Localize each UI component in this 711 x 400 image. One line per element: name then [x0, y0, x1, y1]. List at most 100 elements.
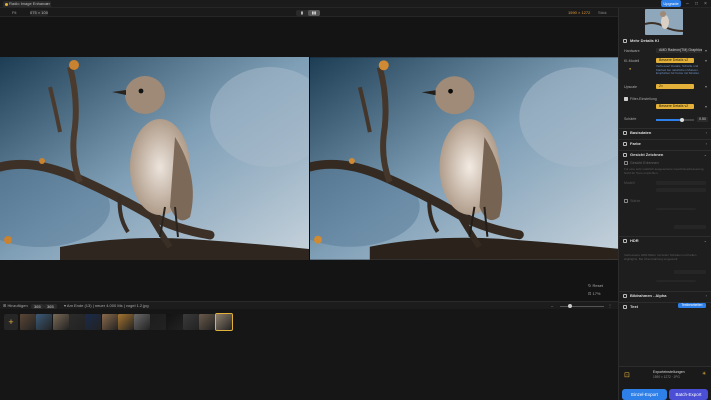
- single-export-button[interactable]: Einzel-Export: [622, 389, 667, 400]
- filmstrip-zoom-slider[interactable]: [560, 304, 604, 308]
- thumbnail-item[interactable]: [150, 314, 167, 330]
- thumbnail-item[interactable]: [101, 314, 118, 330]
- section-header-frame[interactable]: Bildrahmen - Alpha ›: [619, 291, 711, 299]
- hdr-select[interactable]: [674, 270, 706, 274]
- thumbnail-item[interactable]: [183, 314, 199, 330]
- sharpen-value[interactable]: 0.50: [697, 117, 708, 122]
- face-icon: [623, 153, 627, 157]
- frame-chevron-icon: ›: [705, 293, 707, 298]
- export-sparkle-icon[interactable]: ✳: [702, 371, 706, 377]
- hdr-chevron-icon: ⌄: [703, 238, 707, 243]
- section-header-basics[interactable]: Basisdaten ›: [619, 128, 711, 136]
- thumbnail-item[interactable]: [85, 314, 102, 330]
- add-image-button[interactable]: +: [4, 314, 18, 330]
- filmstrip: +: [0, 309, 618, 400]
- face-detect-checkbox[interactable]: [624, 161, 628, 165]
- face-apply-button[interactable]: [674, 225, 706, 229]
- view-toolbar: Fit 075 × 100 ▮ ▮▮ 1590 × 1272 Stick: [0, 8, 618, 17]
- fit-button[interactable]: Fit: [12, 9, 16, 16]
- zoom-field[interactable]: 075 × 100: [30, 9, 48, 16]
- text-edit-button[interactable]: Textbearbeiten: [678, 303, 706, 308]
- close-window-icon[interactable]: ×: [704, 1, 707, 7]
- denoise-checkbox[interactable]: [624, 97, 628, 101]
- batch-export-button[interactable]: Batch-Export: [669, 389, 708, 400]
- viewer-zoom-control[interactable]: ⊡ 17%: [588, 291, 600, 296]
- section-header-model[interactable]: Mehr Details KI: [619, 37, 711, 45]
- stick-toggle[interactable]: Stick: [598, 9, 607, 16]
- face-strength-checkbox[interactable]: [624, 199, 628, 203]
- denoise-select[interactable]: Bessere Details v2: [656, 104, 694, 109]
- face-strength-label: Stärke: [630, 199, 641, 203]
- original-image: [0, 57, 309, 260]
- text-title: Text: [630, 304, 638, 309]
- model-info-icon: ●: [629, 67, 632, 71]
- thumbnail-item[interactable]: [199, 314, 216, 330]
- sort-label: neuer 4.000 Ms: [94, 303, 123, 308]
- upgrade-button[interactable]: Upgrade: [661, 0, 681, 7]
- navigator-preview[interactable]: [645, 9, 683, 35]
- viewer-zoom-value: 17%: [592, 291, 601, 296]
- compare-view-toggle[interactable]: ▮ ▮▮: [296, 9, 320, 16]
- split-view-option[interactable]: ▮▮: [308, 9, 320, 16]
- sharpen-slider-knob[interactable]: [680, 117, 684, 122]
- filter-label: Am Ende (13): [66, 303, 92, 308]
- section-header-hdr[interactable]: HDR ⌄: [619, 236, 711, 244]
- face-detect-label: Gesicht Erkennen: [630, 161, 659, 165]
- face-model-select[interactable]: [656, 181, 706, 185]
- thumbnail-item[interactable]: [166, 314, 183, 330]
- frame-title: Bildrahmen - Alpha: [630, 293, 667, 298]
- color-icon: [623, 142, 627, 146]
- document-tab-title: Radio Image Enhancer: [9, 1, 50, 6]
- filmstrip-zoom-knob[interactable]: [568, 304, 572, 308]
- section-header-face[interactable]: Gesicht Zeichnen ⌄: [619, 150, 711, 158]
- face-title: Gesicht Zeichnen: [630, 152, 664, 157]
- hdr-icon: [623, 239, 627, 243]
- filmstrip-toolbar: ⊞ Hinzufügen 365 365 ▾ Am Ende (13) | ne…: [0, 301, 618, 309]
- thumbnail-item[interactable]: [68, 314, 85, 330]
- hdr-note: Verbesserte HDR-Bilder mit tiefen Schatt…: [624, 253, 697, 261]
- filter-done-button[interactable]: 365: [44, 303, 57, 309]
- maximize-icon[interactable]: □: [695, 1, 698, 7]
- denoise-chevron-icon: ▾: [705, 104, 708, 109]
- basics-chevron-icon: ›: [705, 130, 707, 135]
- color-title: Farbe: [630, 141, 641, 146]
- face-model-select-2[interactable]: [656, 188, 706, 192]
- document-tab[interactable]: Radio Image Enhancer ×: [3, 1, 51, 7]
- reset-button[interactable]: ↻ Reset: [588, 283, 603, 288]
- thumbnail-item[interactable]: [36, 314, 53, 330]
- export-settings-detail: 1590 × 1272 · JPG: [653, 375, 680, 379]
- add-images-label: Hinzufügen: [7, 303, 28, 308]
- frame-icon: [623, 294, 627, 298]
- thumbnail-item[interactable]: [117, 314, 134, 330]
- close-tab-icon[interactable]: ×: [46, 1, 48, 7]
- hardware-select[interactable]: AMD Radeon(TM) Graphics: [656, 48, 702, 53]
- image-viewer[interactable]: ↻ Reset ⊡ 17%: [0, 17, 618, 301]
- model-section-title: Mehr Details KI: [630, 38, 659, 43]
- export-settings-label[interactable]: Exporteinstellungen: [653, 370, 685, 374]
- thumbnail-item[interactable]: [214, 313, 233, 331]
- export-folder-icon[interactable]: ⊡: [624, 371, 630, 379]
- enhanced-image: [310, 57, 618, 260]
- app-window: Radio Image Enhancer × Upgrade – □ × Fit…: [0, 0, 711, 400]
- face-strength-slider[interactable]: [656, 208, 696, 210]
- text-icon: [623, 305, 627, 309]
- hardware-label: Hardware: [624, 49, 640, 53]
- single-view-option[interactable]: ▮: [296, 10, 308, 16]
- thumbnail-item[interactable]: [134, 314, 151, 330]
- face-chevron-icon: ⌄: [703, 152, 707, 157]
- title-bar: Radio Image Enhancer × Upgrade – □ ×: [0, 0, 711, 8]
- sharpen-slider[interactable]: [656, 117, 694, 122]
- thumbnail-item[interactable]: [52, 314, 69, 330]
- denoise-label: Filter-Einstellung: [630, 97, 657, 101]
- filter-all-button[interactable]: 365: [31, 303, 44, 309]
- minimize-icon[interactable]: –: [686, 1, 689, 7]
- ai-model-select[interactable]: Bessere Details v2: [656, 58, 694, 63]
- upscale-select[interactable]: 2×: [656, 84, 694, 89]
- output-resolution: 1590 × 1272: [568, 10, 591, 15]
- section-header-color[interactable]: Farbe ›: [619, 139, 711, 147]
- hdr-slider[interactable]: [656, 280, 696, 282]
- basics-icon: [623, 131, 627, 135]
- file-name: vogel 1.2.jpg: [125, 303, 149, 308]
- basics-title: Basisdaten: [630, 130, 652, 135]
- thumbnail-item[interactable]: [20, 314, 36, 330]
